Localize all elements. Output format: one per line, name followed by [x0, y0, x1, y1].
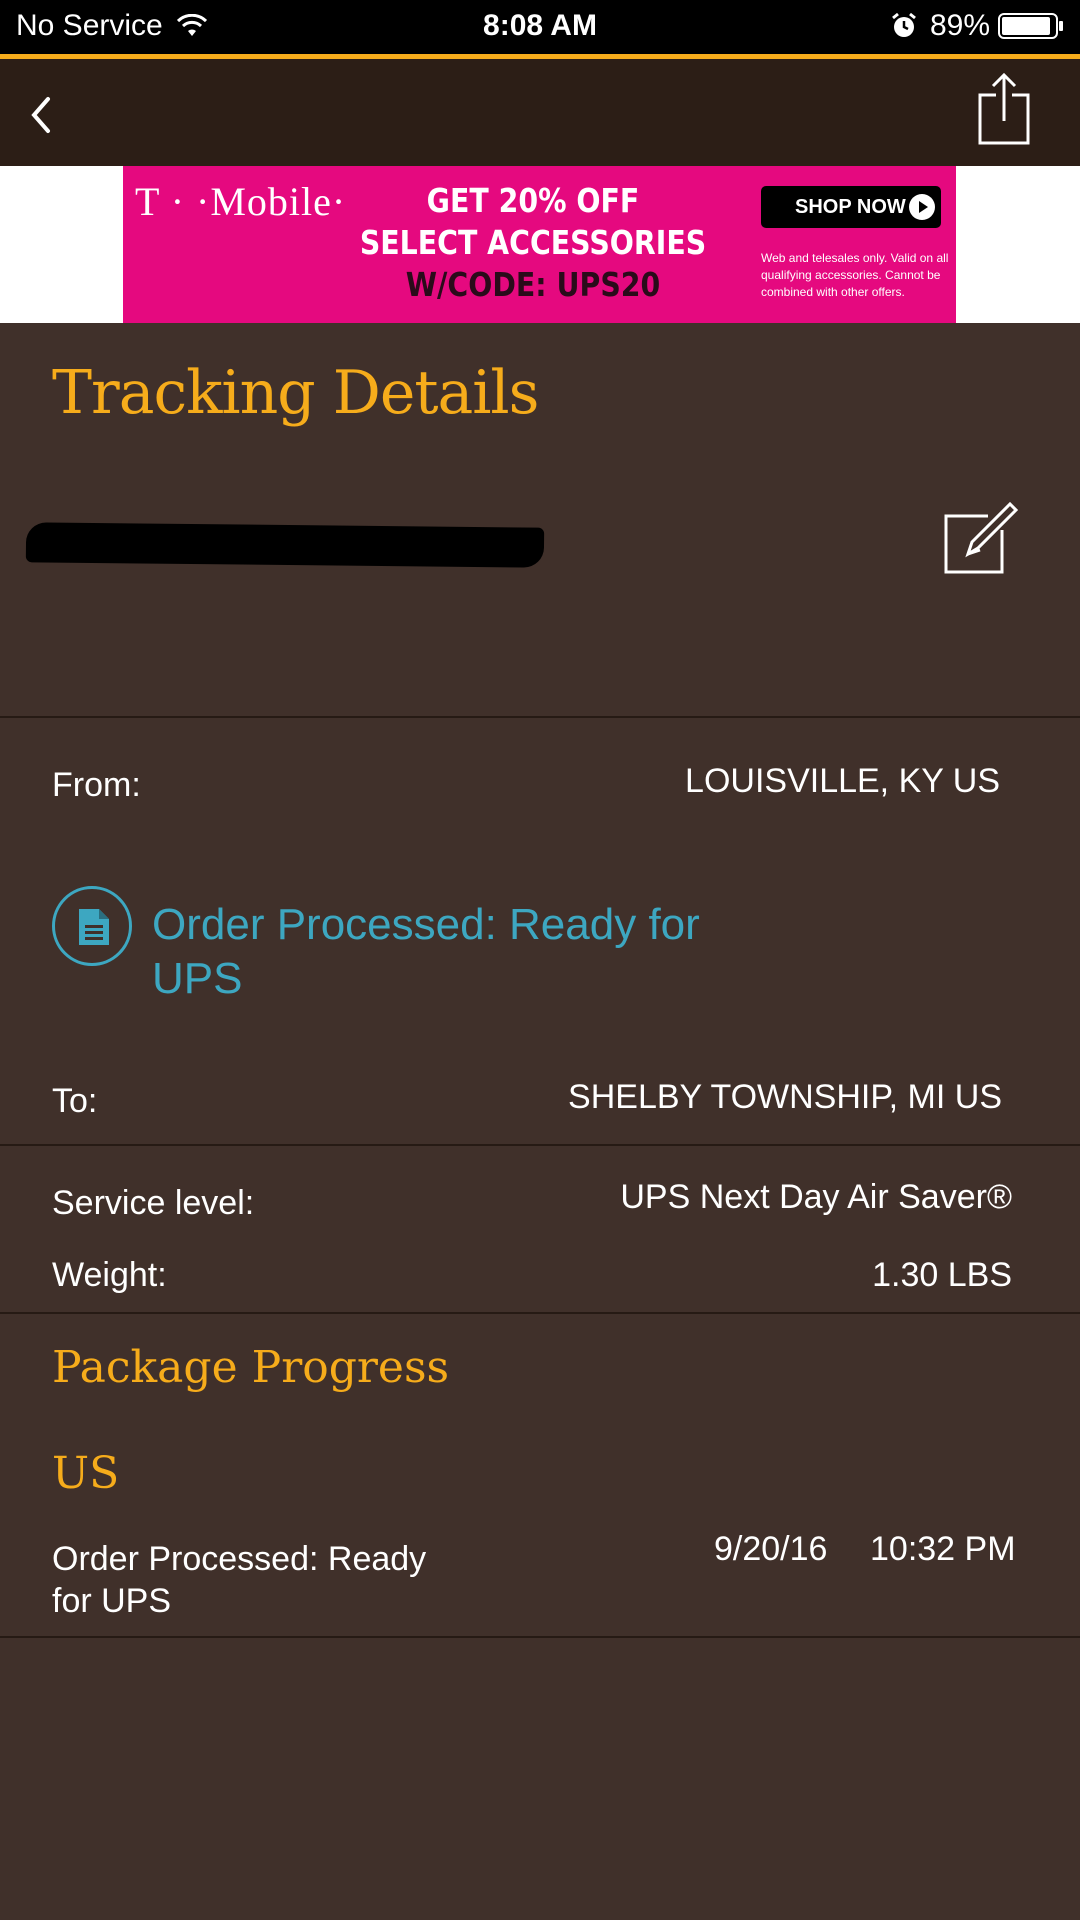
- weight-label: Weight:: [52, 1256, 167, 1294]
- app-root: No Service 8:08 AM 89% T · ·Mobile· GET …: [0, 0, 1080, 1920]
- service-level-label: Service level:: [52, 1184, 255, 1222]
- divider: [0, 1312, 1080, 1314]
- share-icon: [978, 72, 1030, 145]
- ad-headline-line3: W/CODE: UPS20: [405, 265, 661, 304]
- page-title: Tracking Details: [52, 358, 539, 428]
- activity-description: Order Processed: Ready for UPS: [52, 1540, 427, 1620]
- ad-headline: GET 20% OFF SELECT ACCESSORIES W/CODE: U…: [352, 180, 713, 306]
- from-value: LOUISVILLE, KY US: [685, 762, 1000, 800]
- play-icon: [909, 194, 935, 220]
- activity-date: 9/20/16: [714, 1530, 828, 1568]
- shop-now-label: SHOP NOW: [795, 196, 906, 218]
- shipment-status: Order Processed: Ready for UPS: [152, 900, 700, 1003]
- package-progress-title: Package Progress: [52, 1342, 450, 1393]
- status-icon-circle: [52, 886, 132, 966]
- service-level-value: UPS Next Day Air Saver®: [620, 1178, 1012, 1216]
- back-button[interactable]: [22, 93, 62, 137]
- edit-button[interactable]: [944, 500, 1018, 576]
- divider: [0, 1636, 1080, 1638]
- ad-headline-line1: GET 20% OFF: [426, 181, 640, 220]
- divider: [0, 1144, 1080, 1146]
- tmobile-logo: T · ·Mobile·: [135, 179, 347, 224]
- progress-location: US: [52, 1448, 120, 1499]
- to-value: SHELBY TOWNSHIP, MI US: [568, 1078, 1002, 1116]
- document-icon: [79, 909, 109, 945]
- ad-fine-print: Web and telesales only. Valid on all qua…: [761, 251, 949, 299]
- alarm-icon: [892, 12, 916, 37]
- nav-bar: [0, 59, 1080, 166]
- status-right: 89%: [890, 9, 1064, 43]
- share-button[interactable]: [976, 71, 1032, 147]
- divider: [0, 716, 1080, 718]
- to-label: To:: [52, 1082, 98, 1120]
- status-bar: No Service 8:08 AM 89%: [0, 0, 1080, 54]
- edit-icon: [944, 501, 1018, 574]
- battery-percent: 89%: [929, 9, 990, 42]
- redacted-tracking-number: [25, 522, 545, 568]
- ad-strip: T · ·Mobile· GET 20% OFF SELECT ACCESSOR…: [0, 166, 1080, 323]
- ad-banner[interactable]: T · ·Mobile· GET 20% OFF SELECT ACCESSOR…: [123, 166, 956, 323]
- activity-time: 10:32 PM: [870, 1530, 1016, 1568]
- battery-icon: [998, 13, 1063, 39]
- shop-now-button[interactable]: SHOP NOW: [761, 186, 941, 228]
- from-label: From:: [52, 766, 141, 804]
- weight-value: 1.30 LBS: [872, 1256, 1012, 1294]
- chevron-left-icon: [31, 97, 50, 133]
- ad-headline-line2: SELECT ACCESSORIES: [359, 223, 707, 262]
